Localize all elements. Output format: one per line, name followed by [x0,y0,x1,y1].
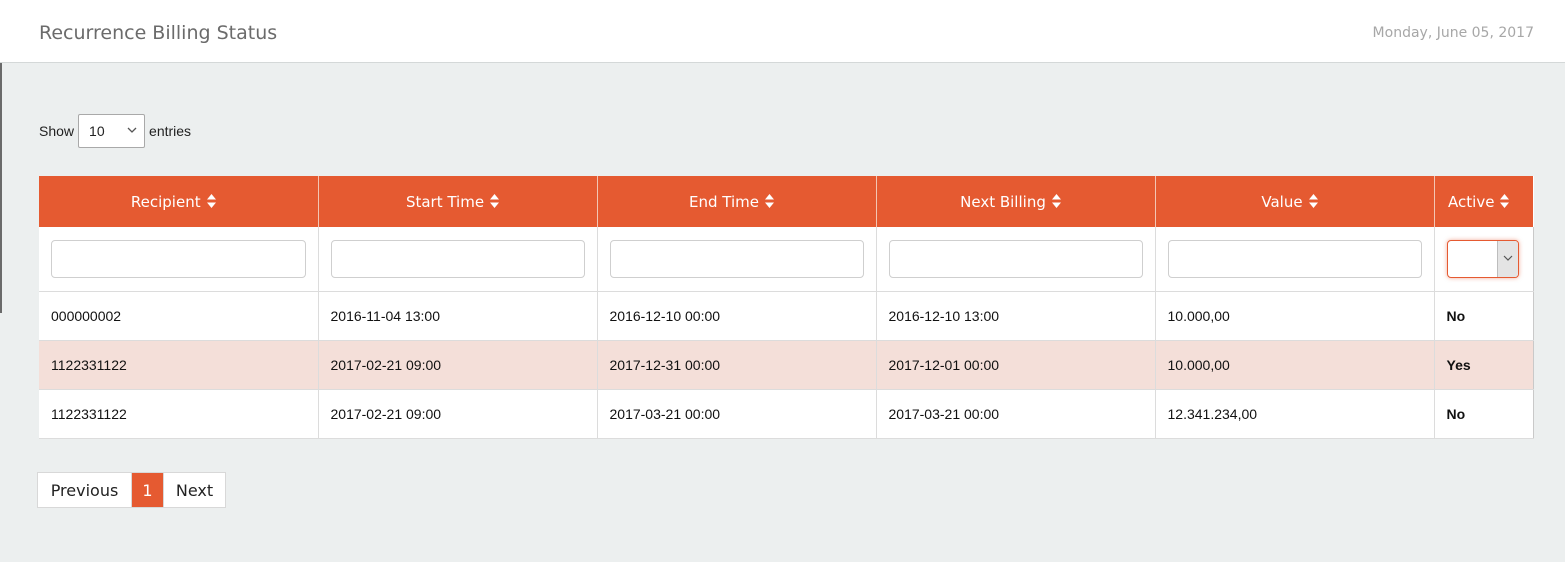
column-header-value[interactable]: Value [1155,176,1435,227]
entries-label: entries [149,123,192,139]
column-header-next-billing[interactable]: Next Billing [876,176,1156,227]
filter-cell [1155,227,1435,292]
table-row[interactable]: 000000002 2016-11-04 13:00 2016-12-10 00… [39,291,1534,341]
chevron-down-icon [127,127,137,133]
left-edge-divider [0,63,2,313]
value-cell: 10.000,00 [1155,291,1435,341]
recipient-cell: 1122331122 [39,389,319,439]
start-time-cell: 2017-02-21 09:00 [318,389,598,439]
pagination: Previous 1 Next [37,472,226,508]
current-page-button[interactable]: 1 [132,473,163,507]
column-label: Recipient [130,192,201,211]
column-header-recipient[interactable]: Recipient [39,176,319,227]
column-header-start-time[interactable]: Start Time [318,176,598,227]
next-billing-cell: 2017-12-01 00:00 [876,340,1156,390]
value-cell: 10.000,00 [1155,340,1435,390]
recipient-cell: 000000002 [39,291,319,341]
column-label: Value [1261,192,1303,211]
filter-cell [39,227,319,292]
end-time-cell: 2017-12-31 00:00 [597,340,877,390]
active-filter-select[interactable] [1446,239,1519,278]
billing-status-table: Recipient Start Time End Time Next Billi… [39,176,1534,439]
sort-icon [490,194,500,208]
filter-row [39,227,1534,292]
next-billing-cell: 2016-12-10 13:00 [876,291,1156,341]
column-header-active[interactable]: Active [1434,176,1533,227]
start-time-cell: 2017-02-21 09:00 [318,340,598,390]
end-time-filter-input[interactable] [609,239,864,278]
column-header-end-time[interactable]: End Time [597,176,877,227]
current-date: Monday, June 05, 2017 [1372,25,1534,41]
column-label: Active [1448,192,1495,211]
value-filter-input[interactable] [1167,239,1422,278]
active-status: No [1434,291,1534,341]
sort-icon [1051,194,1061,208]
page-header: Recurrence Billing Status Monday, June 0… [0,0,1565,63]
sort-icon [1308,194,1318,208]
entries-per-page-select[interactable]: 10 [78,114,146,148]
next-billing-cell: 2017-03-21 00:00 [876,389,1156,439]
filter-cell [876,227,1156,292]
next-page-button[interactable]: Next [163,473,225,507]
active-status: Yes [1434,340,1534,390]
dropdown-button[interactable] [1496,240,1518,277]
table-header-row: Recipient Start Time End Time Next Billi… [39,176,1533,227]
next-billing-filter-input[interactable] [888,239,1143,278]
sort-icon [1500,194,1510,208]
previous-page-button[interactable]: Previous [38,473,132,507]
sort-icon [764,194,774,208]
filter-cell [318,227,598,292]
value-cell: 12.341.234,00 [1155,389,1435,439]
recipient-filter-input[interactable] [51,239,306,278]
chevron-down-icon [1503,255,1512,261]
end-time-cell: 2016-12-10 00:00 [597,291,877,341]
filter-cell [597,227,877,292]
sort-icon [206,194,216,208]
end-time-cell: 2017-03-21 00:00 [597,389,877,439]
start-time-filter-input[interactable] [330,239,585,278]
length-menu: Show 10 entries [39,114,191,148]
column-label: End Time [689,192,759,211]
table-row[interactable]: 1122331122 2017-02-21 09:00 2017-12-31 0… [39,340,1534,390]
entries-per-page-value: 10 [89,123,105,139]
recipient-cell: 1122331122 [39,340,319,390]
column-label: Next Billing [960,192,1046,211]
table-row[interactable]: 1122331122 2017-02-21 09:00 2017-03-21 0… [39,389,1534,439]
column-label: Start Time [405,192,485,211]
page-title: Recurrence Billing Status [39,22,278,44]
active-status: No [1434,389,1534,439]
show-label: Show [39,123,75,139]
start-time-cell: 2016-11-04 13:00 [318,291,598,341]
filter-cell [1434,227,1534,292]
